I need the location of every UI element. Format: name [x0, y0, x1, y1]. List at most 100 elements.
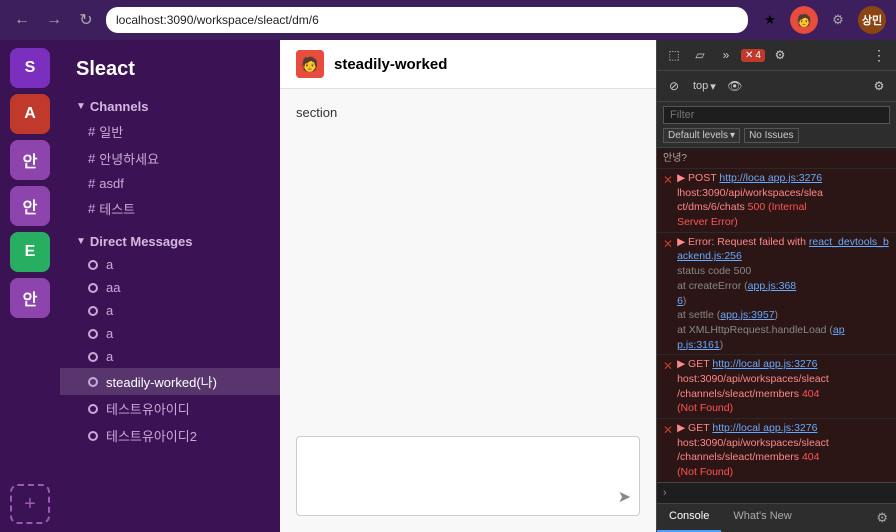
error-icon: ✕: [663, 236, 673, 253]
channel-item-테스트[interactable]: # 테스트: [60, 195, 280, 222]
dm-status-dot: [88, 329, 98, 339]
devtools-kebab-icon[interactable]: ⋮: [868, 44, 890, 66]
add-workspace-button[interactable]: +: [10, 484, 50, 524]
browser-chrome: ← → ↻ localhost:3090/workspace/sleact/dm…: [0, 0, 896, 40]
error-icon: ✕: [663, 358, 673, 375]
channel-item-안녕하세요[interactable]: # 안녕하세요: [60, 145, 280, 172]
chat-input-area: ➤: [280, 426, 656, 532]
console-entry-korean: 안녕?: [657, 150, 896, 169]
devtools-bottom-tabs: Console What's New ⚙: [657, 503, 896, 532]
error-link[interactable]: react_devtools_backend.js:256: [677, 236, 889, 263]
chat-input[interactable]: [297, 437, 639, 497]
chat-header: 🧑 steadily-worked: [280, 40, 656, 89]
devtools-toolbar2: ⊘ top ▾ 👁 ⚙: [657, 71, 896, 102]
dm-item-테스트유아이디2[interactable]: 테스트유아이디2: [60, 422, 280, 449]
devtools-filter-input[interactable]: [663, 106, 890, 124]
channels-arrow-icon: ▼: [76, 101, 86, 112]
workspace-icon-an3[interactable]: 안: [10, 278, 50, 318]
refresh-button[interactable]: ↻: [74, 8, 98, 32]
chevron-down-icon: ▾: [730, 130, 735, 141]
devtools-filter-area: Default levels ▾ No Issues: [657, 102, 896, 148]
devtools-inspect-icon[interactable]: ⬚: [663, 44, 685, 66]
devtools-responsive-icon[interactable]: ▱: [689, 44, 711, 66]
dm-status-dot: [88, 283, 98, 293]
error-link[interactable]: http://local app.js:3276: [712, 422, 817, 434]
error-link[interactable]: http://local app.js:3276: [712, 358, 817, 370]
tab-console[interactable]: Console: [657, 504, 721, 532]
svg-text:🧑: 🧑: [301, 55, 318, 73]
devtools-settings-icon[interactable]: ⚙: [769, 44, 791, 66]
chat-main: 🧑 steadily-worked section ➤: [280, 40, 656, 532]
dm-item-a3[interactable]: a: [60, 322, 280, 345]
default-levels-dropdown[interactable]: Default levels ▾: [663, 128, 740, 143]
chevron-down-icon: ▾: [710, 80, 716, 93]
error-link-2[interactable]: app.js:3686: [677, 280, 796, 307]
error-link-4[interactable]: app.js:3161: [677, 324, 845, 351]
main-area: S A 안 안 E 안 + Sleact ▼ Channels # 일반 # 안…: [0, 40, 896, 532]
dm-item-a2[interactable]: a: [60, 299, 280, 322]
console-entry-2: ✕ ▶ Error: Request failed with react_dev…: [657, 233, 896, 356]
dm-status-dot: [88, 431, 98, 441]
devtools-panel: ⬚ ▱ » ✕ 4 ⚙ ⋮ ⊘ top ▾ 👁 ⚙ Default: [656, 40, 896, 532]
devtools-top-dropdown[interactable]: top ▾: [689, 78, 720, 95]
dm-status-dot: [88, 377, 98, 387]
dm-item-aa[interactable]: aa: [60, 276, 280, 299]
dm-status-dot: [88, 260, 98, 270]
console-prompt-input[interactable]: [671, 487, 890, 499]
no-issues-button[interactable]: No Issues: [744, 128, 798, 143]
address-bar[interactable]: localhost:3090/workspace/sleact/dm/6: [106, 7, 748, 33]
console-entry-3: ✕ ▶ GET http://local app.js:3276 host:30…: [657, 355, 896, 419]
devtools-block-icon[interactable]: ⊘: [663, 75, 685, 97]
error-link[interactable]: http://loca app.js:3276: [719, 172, 822, 184]
chat-title: steadily-worked: [334, 56, 447, 73]
dm-section-header[interactable]: ▼ Direct Messages: [60, 230, 280, 253]
console-prompt: ›: [657, 482, 896, 503]
devtools-eye-icon[interactable]: 👁: [724, 75, 746, 97]
star-icon[interactable]: ★: [756, 6, 784, 34]
dm-status-dot: [88, 404, 98, 414]
devtools-more-panels-icon[interactable]: »: [715, 44, 737, 66]
dm-status-dot: [88, 352, 98, 362]
user-avatar[interactable]: 상민: [858, 6, 886, 34]
tab-whats-new[interactable]: What's New: [721, 504, 803, 532]
channel-item-일반[interactable]: # 일반: [60, 118, 280, 145]
workspace-icon-a[interactable]: A: [10, 94, 50, 134]
dm-item-steadily-worked[interactable]: steadily-worked(나): [60, 368, 280, 395]
error-x-icon: ✕: [745, 50, 753, 61]
chat-messages: section: [280, 89, 656, 426]
chrome-icons: ★ 🧑 ⚙ 상민: [756, 6, 886, 34]
console-entry-4: ✕ ▶ GET http://local app.js:3276 host:30…: [657, 419, 896, 482]
send-button[interactable]: ➤: [618, 487, 631, 507]
workspace-icon-e[interactable]: E: [10, 232, 50, 272]
app-logo[interactable]: Sleact: [60, 50, 280, 95]
devtools-filter-row: Default levels ▾ No Issues: [663, 128, 890, 143]
dm-item-테스트유아이디[interactable]: 테스트유아이디: [60, 395, 280, 422]
prompt-symbol: ›: [663, 487, 667, 499]
devtools-bottom-gear-icon[interactable]: ⚙: [868, 504, 896, 532]
devtools-console: 안녕? ✕ ▶ POST http://loca app.js:3276 lho…: [657, 148, 896, 482]
chat-input-wrapper: ➤: [296, 436, 640, 516]
extension-icon[interactable]: ⚙: [824, 6, 852, 34]
dm-status-dot: [88, 306, 98, 316]
forward-button[interactable]: →: [42, 8, 66, 32]
channel-sidebar: Sleact ▼ Channels # 일반 # 안녕하세요 # asdf # …: [60, 40, 280, 532]
dm-arrow-icon: ▼: [76, 236, 86, 247]
error-badge: ✕ 4: [741, 49, 765, 62]
back-button[interactable]: ←: [10, 8, 34, 32]
icon-sidebar: S A 안 안 E 안 +: [0, 40, 60, 532]
error-link-3[interactable]: app.js:3957: [720, 309, 774, 321]
devtools-gear-icon[interactable]: ⚙: [868, 75, 890, 97]
console-entry-1: ✕ ▶ POST http://loca app.js:3276 lhost:3…: [657, 169, 896, 233]
workspace-icon-an1[interactable]: 안: [10, 140, 50, 180]
workspace-icon-an2[interactable]: 안: [10, 186, 50, 226]
error-icon: ✕: [663, 422, 673, 439]
svg-text:🧑: 🧑: [797, 13, 812, 28]
devtools-toolbar: ⬚ ▱ » ✕ 4 ⚙ ⋮: [657, 40, 896, 71]
url-text: localhost:3090/workspace/sleact/dm/6: [116, 13, 319, 27]
channels-section-header[interactable]: ▼ Channels: [60, 95, 280, 118]
workspace-icon-s[interactable]: S: [10, 48, 50, 88]
dm-item-a4[interactable]: a: [60, 345, 280, 368]
dm-item-a1[interactable]: a: [60, 253, 280, 276]
profile-icon[interactable]: 🧑: [790, 6, 818, 34]
channel-item-asdf[interactable]: # asdf: [60, 172, 280, 195]
